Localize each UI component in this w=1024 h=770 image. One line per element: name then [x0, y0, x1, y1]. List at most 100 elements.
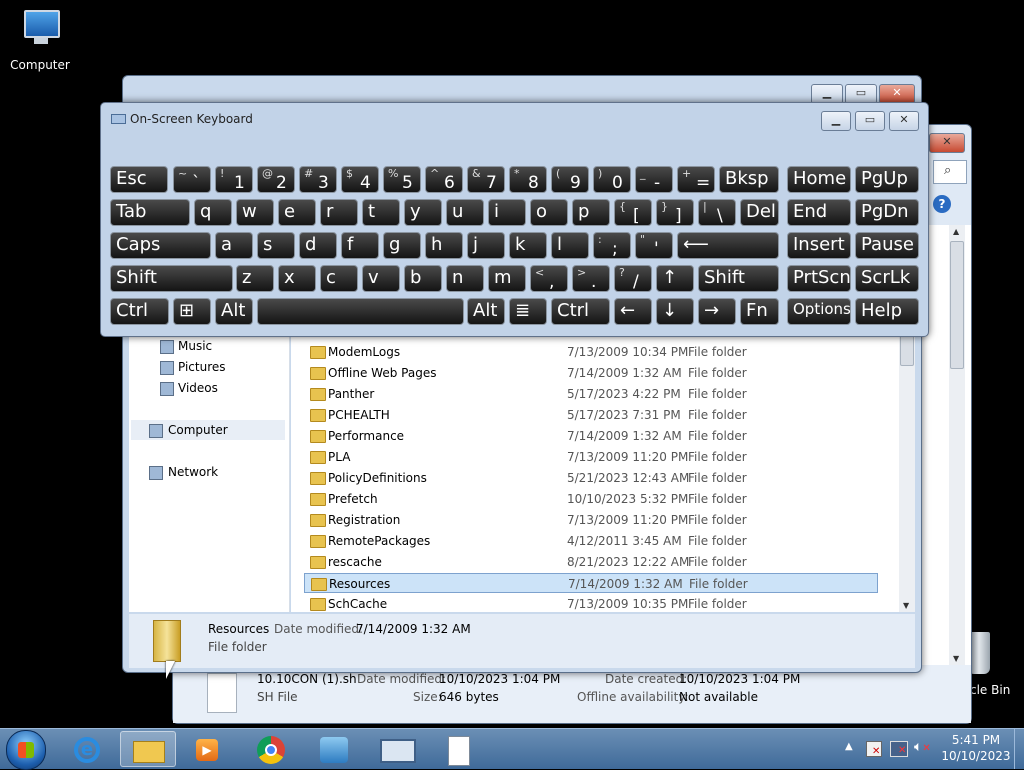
key-8[interactable]: * 8: [509, 166, 547, 193]
key-symbol[interactable]: ? /: [614, 265, 652, 292]
key-symbol[interactable]: <,: [530, 265, 568, 292]
key-ctrl[interactable]: Ctrl: [551, 298, 610, 325]
file-row[interactable]: PolicyDefinitions 5/21/2023 12:43 AM File …: [304, 468, 878, 488]
key-3[interactable]: #3: [299, 166, 337, 193]
file-row[interactable]: Performance 7/14/2009 1:32 AM File folder: [304, 426, 878, 446]
key-n[interactable]: n: [446, 265, 484, 292]
key-symbol[interactable]: + =: [677, 166, 715, 193]
key-symbol[interactable]: ↑: [656, 265, 694, 292]
key-fn[interactable]: Fn: [740, 298, 779, 325]
key-symbol[interactable]: {[: [614, 199, 652, 226]
keyboard-minimize-button[interactable]: ▁: [821, 111, 851, 131]
key-t[interactable]: t: [362, 199, 400, 226]
key-g[interactable]: g: [383, 232, 421, 259]
clock[interactable]: 5:41 PM 10/10/2023: [940, 733, 1012, 763]
key-shift[interactable]: Shift: [110, 265, 233, 292]
key-shift[interactable]: Shift: [698, 265, 779, 292]
key-5[interactable]: % 5: [383, 166, 421, 193]
back-window-search-button[interactable]: ⌕: [933, 160, 967, 184]
keyboard-maximize-button[interactable]: ▭: [855, 111, 885, 131]
key-symbol[interactable]: >.: [572, 265, 610, 292]
show-hidden-icons-arrow[interactable]: ▲: [845, 741, 853, 752]
key-j[interactable]: j: [467, 232, 505, 259]
key-scrlk[interactable]: ScrLk: [855, 265, 919, 292]
key-i[interactable]: i: [488, 199, 526, 226]
key-bksp[interactable]: Bksp: [719, 166, 779, 193]
key-symbol[interactable]: →: [698, 298, 736, 325]
key-pgdn[interactable]: PgDn: [855, 199, 919, 226]
key-pause[interactable]: Pause: [855, 232, 919, 259]
key-a[interactable]: a: [215, 232, 253, 259]
taskbar-remote-desktop[interactable]: [368, 731, 424, 767]
taskbar-windows-explorer[interactable]: [120, 731, 176, 767]
key-k[interactable]: k: [509, 232, 547, 259]
file-row[interactable]: PLA 7/13/2009 11:20 PM File folder: [304, 447, 878, 467]
file-row[interactable]: ModemLogs 7/13/2009 10:34 PM File folder: [304, 342, 878, 362]
key-symbol[interactable]: ⊞: [173, 298, 211, 325]
file-row[interactable]: Panther 5/17/2023 4:22 PM File folder: [304, 384, 878, 404]
key-q[interactable]: q: [194, 199, 232, 226]
key-symbol[interactable]: " ': [635, 232, 673, 259]
nav-item-pictures[interactable]: Pictures: [131, 357, 285, 377]
scroll-up-arrow[interactable]: ▲: [953, 227, 959, 236]
key-tab[interactable]: Tab: [110, 199, 190, 226]
scroll-down-arrow[interactable]: ▼: [953, 654, 959, 663]
file-row[interactable]: rescache 8/21/2023 12:22 AM File folder: [304, 552, 878, 572]
help-icon[interactable]: ?: [933, 195, 951, 213]
key-4[interactable]: $4: [341, 166, 379, 193]
keyboard-close-button[interactable]: ✕: [889, 111, 919, 131]
key-prtscn[interactable]: PrtScn: [787, 265, 851, 292]
scroll-down-arrow[interactable]: ▼: [903, 601, 909, 610]
volume-tray-icon[interactable]: 🔈︎✕: [914, 739, 931, 755]
taskbar-internet-explorer[interactable]: e: [60, 731, 116, 767]
key-esc[interactable]: Esc: [110, 166, 168, 193]
file-row[interactable]: Resources 7/14/2009 1:32 AM File folder: [304, 573, 878, 593]
key-b[interactable]: b: [404, 265, 442, 292]
close-button[interactable]: ✕: [879, 84, 915, 104]
file-row[interactable]: Offline Web Pages 7/14/2009 1:32 AM File f…: [304, 363, 878, 383]
file-row[interactable]: Registration 7/13/2009 11:20 PM File folde…: [304, 510, 878, 530]
key-p[interactable]: p: [572, 199, 610, 226]
key-space[interactable]: [257, 298, 464, 325]
key-r[interactable]: r: [320, 199, 358, 226]
maximize-button[interactable]: ▭: [845, 84, 877, 104]
key-v[interactable]: v: [362, 265, 400, 292]
minimize-button[interactable]: ▁: [811, 84, 843, 104]
key-l[interactable]: l: [551, 232, 589, 259]
key-0[interactable]: ) 0: [593, 166, 631, 193]
key-end[interactable]: End: [787, 199, 851, 226]
key-2[interactable]: @2: [257, 166, 295, 193]
key-x[interactable]: x: [278, 265, 316, 292]
key-caps[interactable]: Caps: [110, 232, 211, 259]
key-pgup[interactable]: PgUp: [855, 166, 919, 193]
scroll-thumb[interactable]: [900, 334, 914, 366]
desktop-icon-computer[interactable]: Computer: [8, 8, 72, 72]
taskbar-notepad[interactable]: [430, 731, 486, 767]
key-d[interactable]: d: [299, 232, 337, 259]
back-window-scrollbar[interactable]: ▲ ▼: [949, 225, 965, 665]
nav-item-videos[interactable]: Videos: [131, 378, 285, 398]
key-u[interactable]: u: [446, 199, 484, 226]
key-symbol[interactable]: | \: [698, 199, 736, 226]
nav-item-music[interactable]: Music: [131, 336, 285, 356]
key-6[interactable]: ^ 6: [425, 166, 463, 193]
key-symbol[interactable]: ≣: [509, 298, 547, 325]
key-f[interactable]: f: [341, 232, 379, 259]
back-window-close-button[interactable]: ✕: [929, 133, 965, 153]
action-center-icon[interactable]: ✕: [866, 741, 882, 757]
nav-item-network[interactable]: Network: [131, 462, 285, 482]
key-c[interactable]: c: [320, 265, 358, 292]
taskbar-media-player[interactable]: ▶: [180, 731, 236, 767]
key-e[interactable]: e: [278, 199, 316, 226]
key-z[interactable]: z: [236, 265, 274, 292]
taskbar-chrome[interactable]: [244, 731, 300, 767]
key-insert[interactable]: Insert: [787, 232, 851, 259]
file-row[interactable]: Prefetch 10/10/2023 5:32 PM File folder: [304, 489, 878, 509]
nav-item-computer[interactable]: Computer: [131, 420, 285, 440]
key-9[interactable]: (9: [551, 166, 589, 193]
key-symbol[interactable]: ↓: [656, 298, 694, 325]
key-7[interactable]: & 7: [467, 166, 505, 193]
taskbar-control-panel[interactable]: [306, 731, 362, 767]
key-symbol[interactable]: ←: [614, 298, 652, 325]
key-1[interactable]: ! 1: [215, 166, 253, 193]
